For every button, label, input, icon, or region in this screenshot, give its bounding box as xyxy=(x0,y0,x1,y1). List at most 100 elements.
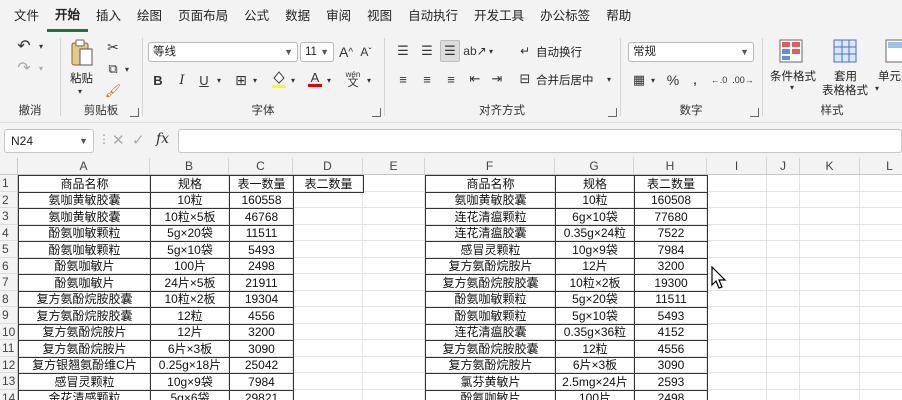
cell[interactable]: 11511 xyxy=(229,224,294,242)
increase-font-icon[interactable]: A ^ xyxy=(338,42,354,62)
cell[interactable]: 4556 xyxy=(229,307,294,325)
cell[interactable]: 2498 xyxy=(634,389,708,400)
column-header[interactable]: D xyxy=(293,158,363,175)
fill-dropdown-icon[interactable]: ▾ xyxy=(288,70,298,90)
column-header[interactable]: B xyxy=(150,158,229,175)
cell[interactable]: 7984 xyxy=(229,373,294,391)
menu-tab[interactable]: 文件 xyxy=(6,0,47,32)
cell[interactable]: 表二数量 xyxy=(634,175,708,193)
phonetic-guide-icon[interactable]: wén 文 xyxy=(342,68,364,90)
cell[interactable]: 5493 xyxy=(229,241,294,259)
cell[interactable]: 氨咖黄敏胶囊 xyxy=(18,208,151,226)
menu-tab[interactable]: 办公标签 xyxy=(532,0,598,32)
decrease-decimal-icon[interactable]: .00→ xyxy=(732,70,754,90)
cell[interactable]: 酚氨咖敏颗粒 xyxy=(425,290,556,308)
menu-tab[interactable]: 自动执行 xyxy=(400,0,466,32)
cell[interactable]: 100片 xyxy=(150,257,230,275)
cell[interactable]: 感冒灵颗粒 xyxy=(425,241,556,259)
column-header[interactable]: F xyxy=(425,158,555,175)
column-header[interactable]: H xyxy=(634,158,707,175)
merge-center-icon[interactable]: ⊟ xyxy=(516,70,534,88)
cell[interactable]: 酚氨咖敏片 xyxy=(425,389,556,400)
row-header[interactable]: 14 xyxy=(0,389,18,400)
cell[interactable]: 2498 xyxy=(229,257,294,275)
paste-dropdown-icon[interactable]: ▾ xyxy=(75,86,85,96)
cell[interactable]: 12粒 xyxy=(150,307,230,325)
cell-styles-label[interactable]: 单元 xyxy=(878,68,901,84)
column-header[interactable]: L xyxy=(860,158,902,175)
font-name-select[interactable]: 等线 ▼ xyxy=(148,42,298,62)
font-color-icon[interactable]: A xyxy=(306,68,324,90)
column-header[interactable]: K xyxy=(800,158,860,175)
cell[interactable]: 酚氨咖敏颗粒 xyxy=(18,241,151,259)
worksheet-grid[interactable]: A B C D E F G H I J K L 1 2 3 4 5 6 7 8 9 10 11 12 13 14 商品名称 规格 表一数… xyxy=(0,158,902,400)
cell[interactable]: 规格 xyxy=(150,175,230,193)
paste-label[interactable]: 粘贴 xyxy=(70,70,93,86)
cell[interactable]: 酚氨咖敏颗粒 xyxy=(425,307,556,325)
cell[interactable]: 金花清感颗粒 xyxy=(18,389,151,400)
accounting-dropdown-icon[interactable]: ▾ xyxy=(648,70,658,90)
accounting-format-icon[interactable]: ▦ xyxy=(630,70,648,90)
cell[interactable]: 表二数量 xyxy=(293,175,364,193)
row-header[interactable]: 4 xyxy=(0,224,18,241)
cell[interactable]: 10粒×2板 xyxy=(555,274,635,292)
column-header[interactable]: G xyxy=(555,158,634,175)
cell[interactable]: 连花清瘟胶囊 xyxy=(425,224,556,242)
cell[interactable]: 24片×5板 xyxy=(150,274,230,292)
cell[interactable]: 11511 xyxy=(634,290,708,308)
decrease-font-icon[interactable]: Aˇ xyxy=(358,42,374,62)
more-icon[interactable]: ⋮ xyxy=(98,132,110,146)
align-left-icon[interactable]: ≡ xyxy=(394,70,412,88)
row-header[interactable]: 8 xyxy=(0,290,18,307)
cell[interactable]: 7522 xyxy=(634,224,708,242)
borders-icon[interactable]: ⊞ xyxy=(232,70,250,90)
menu-tab[interactable]: 开始 xyxy=(47,1,89,32)
row-header[interactable]: 6 xyxy=(0,257,18,274)
cut-icon[interactable]: ✂ xyxy=(104,38,122,56)
cell[interactable]: 5g×20袋 xyxy=(150,224,230,242)
menu-tab[interactable]: 公式 xyxy=(236,0,277,32)
menu-tab[interactable]: 审阅 xyxy=(318,0,359,32)
cell[interactable]: 酚氨咖敏颗粒 xyxy=(18,224,151,242)
cell[interactable]: 规格 xyxy=(555,175,635,193)
number-launcher-icon[interactable] xyxy=(750,108,759,117)
cell[interactable]: 6片×3板 xyxy=(150,340,230,358)
number-format-select[interactable]: 常规 ▼ xyxy=(628,42,754,62)
cell[interactable]: 复方氨酚烷胺胶囊 xyxy=(18,307,151,325)
font-launcher-icon[interactable] xyxy=(372,108,381,117)
cell[interactable]: 商品名称 xyxy=(425,175,556,193)
percent-icon[interactable]: % xyxy=(664,70,682,90)
cell[interactable]: 10粒×2板 xyxy=(150,290,230,308)
font-size-select[interactable]: 11 ▼ xyxy=(300,42,334,62)
align-bottom-icon[interactable]: ☰ xyxy=(440,40,460,62)
align-right-icon[interactable]: ≡ xyxy=(442,70,460,88)
format-as-table-label-2[interactable]: 表格格式 xyxy=(822,82,868,98)
cell[interactable]: 复方氨酚烷胺片 xyxy=(425,356,556,374)
cell[interactable]: 5493 xyxy=(634,307,708,325)
cell[interactable]: 3200 xyxy=(229,323,294,341)
cell[interactable]: 12片 xyxy=(555,257,635,275)
row-header[interactable]: 10 xyxy=(0,323,18,340)
column-header[interactable]: J xyxy=(767,158,800,175)
comma-style-icon[interactable]: , xyxy=(686,70,704,90)
cell[interactable]: 2.5mg×24片 xyxy=(555,373,635,391)
row-header[interactable]: 3 xyxy=(0,208,18,225)
copy-dropdown-icon[interactable]: ▾ xyxy=(122,60,132,78)
phonetic-dropdown-icon[interactable]: ▾ xyxy=(364,70,374,90)
cancel-icon[interactable]: ✕ xyxy=(112,131,125,149)
menu-tab[interactable]: 帮助 xyxy=(598,0,639,32)
row-header[interactable]: 12 xyxy=(0,356,18,373)
cell[interactable]: 3090 xyxy=(634,356,708,374)
format-as-table-icon[interactable] xyxy=(832,38,858,64)
cell[interactable]: 3200 xyxy=(634,257,708,275)
row-header[interactable]: 7 xyxy=(0,274,18,291)
cell[interactable]: 19300 xyxy=(634,274,708,292)
cell[interactable]: 10粒 xyxy=(555,191,635,209)
align-middle-icon[interactable]: ☰ xyxy=(418,42,436,60)
orientation-icon[interactable]: ab↗ xyxy=(463,42,486,60)
cell[interactable]: 连花清瘟颗粒 xyxy=(425,208,556,226)
cell[interactable]: 0.35g×36粒 xyxy=(555,323,635,341)
paste-icon[interactable] xyxy=(68,38,96,68)
cell[interactable]: 25042 xyxy=(229,356,294,374)
cell[interactable]: 12片 xyxy=(150,323,230,341)
